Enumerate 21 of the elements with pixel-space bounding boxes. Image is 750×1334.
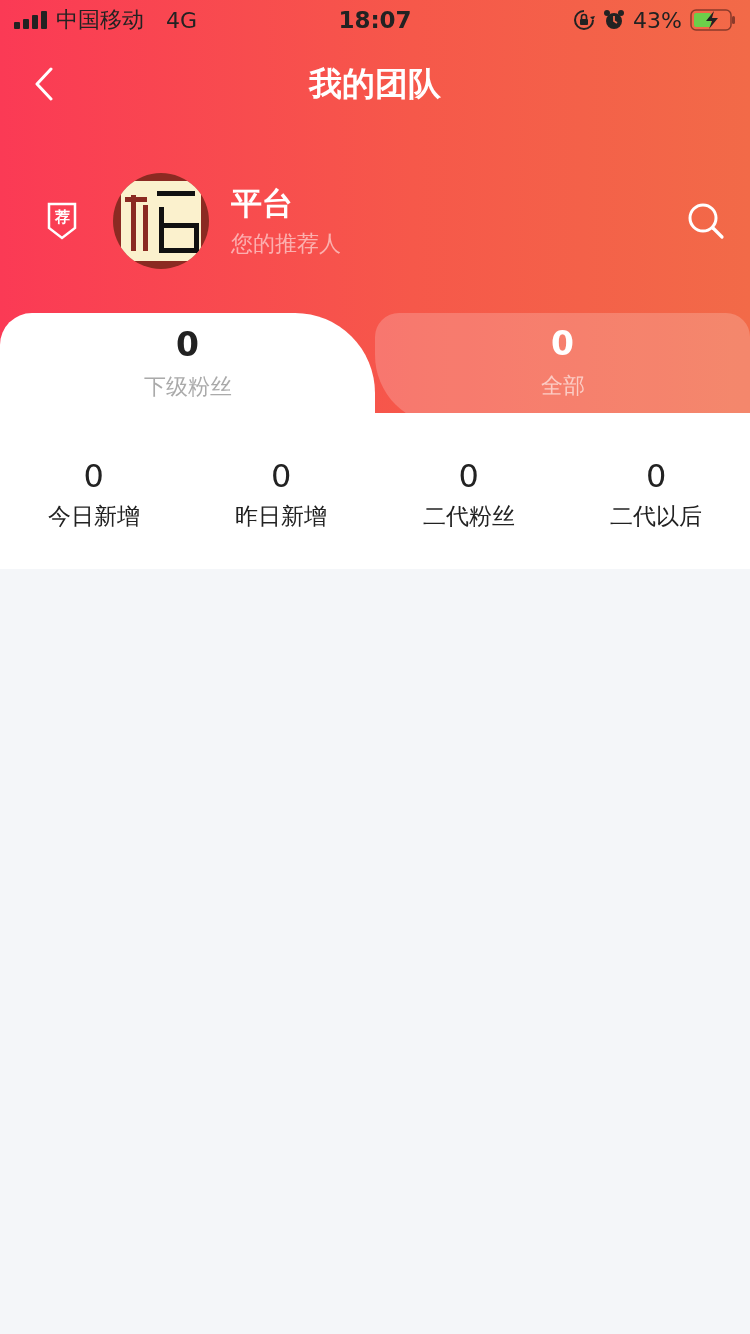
- rotation-lock-icon: [573, 9, 596, 31]
- referrer-badge: 荐: [47, 201, 77, 240]
- alarm-icon: [603, 9, 626, 31]
- page-title: 我的团队: [309, 62, 441, 105]
- stat-value: 0: [646, 456, 667, 495]
- stat-label: 二代以后: [610, 501, 703, 531]
- stat-value: 0: [458, 456, 479, 495]
- battery-icon: [690, 9, 736, 31]
- clock-time: 18:07: [338, 7, 412, 33]
- carrier-name: 中国移动: [56, 6, 144, 34]
- network-type: 4G: [166, 7, 198, 33]
- stat-label: 昨日新增: [235, 501, 328, 531]
- referrer-label: 您的推荐人: [231, 229, 342, 258]
- battery-percent: 43%: [633, 7, 682, 33]
- stat-label: 今日新增: [47, 501, 140, 531]
- stat-label: 二代粉丝: [422, 501, 515, 531]
- signal-icon: [14, 11, 48, 29]
- referrer-name: 平台: [231, 183, 294, 223]
- back-button[interactable]: [34, 67, 54, 101]
- stat-value: 0: [83, 456, 104, 495]
- stat-value: 0: [271, 456, 292, 495]
